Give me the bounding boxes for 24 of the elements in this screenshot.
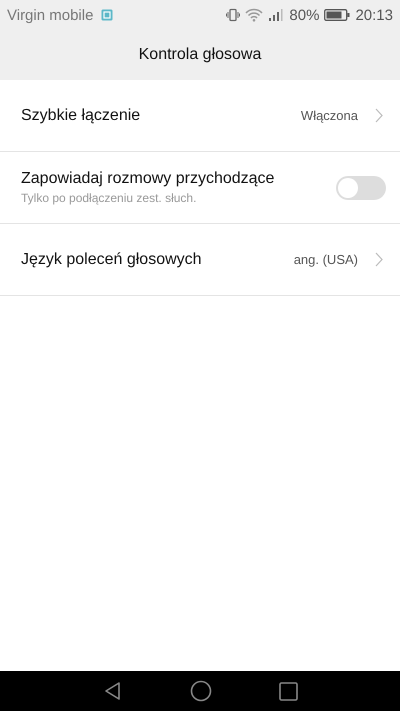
settings-row[interactable]: Szybkie łączenie Włączona [0,80,400,152]
recents-icon[interactable] [278,682,298,700]
chevron-icon [375,108,383,123]
setting-label: Szybkie łączenie [21,106,142,124]
setting-label: Zapowiadaj rozmowy przychodzące [21,170,276,188]
chevron-icon [375,252,383,267]
signal-icon [268,8,284,22]
carrier-name: Virgin mobile [7,6,94,24]
clock-time: 20:13 [355,6,393,24]
home-icon[interactable] [190,680,212,702]
battery-percent: 80% [289,6,320,24]
vibrate-icon [226,8,240,22]
toggle-switch[interactable] [336,176,386,200]
setting-value: ang. (USA) [294,252,358,267]
wifi-icon [245,8,264,22]
setting-value: Włączona [300,108,358,123]
setting-summary: Tylko po podłączeniu zest. słuch. [21,191,198,205]
image-notification-icon [101,9,114,21]
settings-row[interactable]: Język poleceń głosowych ang. (USA) [0,224,400,296]
screen-title: Kontrola głosowa [138,46,262,64]
setting-label: Język poleceń głosowych [21,250,203,268]
settings-row[interactable]: Zapowiadaj rozmowy przychodzące Tylko po podłączeniu zest. słuch. [0,152,400,224]
back-icon[interactable] [102,681,122,701]
battery-icon [324,9,350,21]
